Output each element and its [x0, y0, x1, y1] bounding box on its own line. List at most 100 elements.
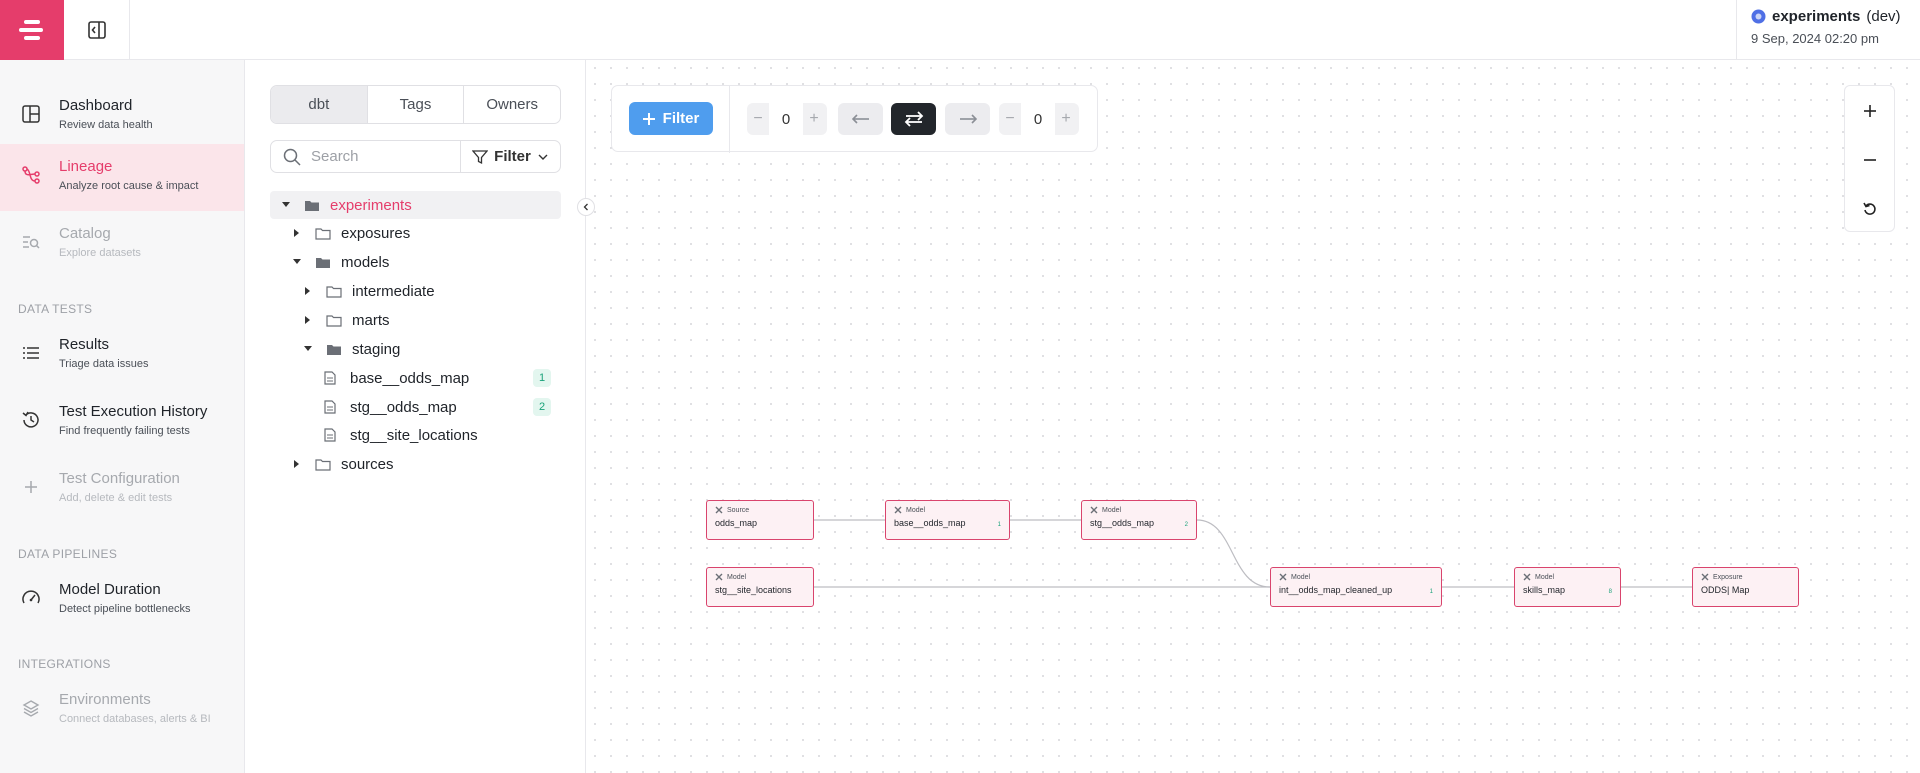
zoom-in-button[interactable]: [1845, 86, 1894, 135]
plus-icon[interactable]: +: [803, 103, 825, 135]
tree-node-models[interactable]: models: [291, 248, 389, 276]
app-logo[interactable]: [0, 0, 64, 60]
list-icon: [20, 342, 42, 364]
lineage-node-int-odds-map-cleaned-up[interactable]: Model int__odds_map_cleaned_up 1: [1270, 567, 1442, 607]
sidebar-item-results[interactable]: Results Triage data issues: [0, 322, 244, 388]
history-icon: [20, 409, 42, 431]
file-icon: [324, 428, 340, 442]
node-type: Source: [727, 506, 750, 514]
node-name: skills_map: [1523, 585, 1566, 595]
node-type-icon: [1279, 573, 1287, 581]
search-input[interactable]: [311, 148, 441, 165]
nav-subtitle: Explore datasets: [59, 247, 141, 259]
tree-node-stg-site-locations[interactable]: stg__site_locations: [324, 421, 478, 449]
tree-node-label: models: [341, 253, 390, 271]
caret-right-icon[interactable]: [302, 316, 314, 324]
tab-dbt[interactable]: dbt: [271, 86, 368, 123]
sidebar-item-environments[interactable]: Environments Connect databases, alerts & …: [0, 677, 244, 743]
tree-node-label: stg__odds_map: [350, 398, 457, 416]
lineage-canvas[interactable]: [587, 60, 1920, 773]
tree-panel: dbt Tags Owners Filter experiments expos…: [245, 60, 586, 773]
upstream-depth-stepper[interactable]: − 0 +: [747, 103, 827, 135]
lineage-node-odds-map[interactable]: Source odds_map: [706, 500, 814, 540]
node-name: int__odds_map_cleaned_up: [1279, 585, 1393, 595]
lineage-node-base-odds-map[interactable]: Model base__odds_map 1: [885, 500, 1010, 540]
folder-icon: [315, 457, 331, 471]
upstream-direction-button[interactable]: [838, 103, 883, 135]
tree-node-marts[interactable]: marts: [302, 306, 390, 334]
sidebar-item-dashboard[interactable]: Dashboard Review data health: [0, 83, 244, 149]
tree-node-base-odds-map[interactable]: base__odds_map 1: [324, 364, 551, 392]
lineage-node-stg-odds-map[interactable]: Model stg__odds_map 2: [1081, 500, 1197, 540]
add-filter-button[interactable]: Filter: [629, 102, 713, 135]
nav-title: Test Configuration: [59, 470, 180, 487]
lineage-node-odds-map-exposure[interactable]: Exposure ODDS| Map: [1692, 567, 1799, 607]
sidebar-item-model-duration[interactable]: Model Duration Detect pipeline bottleneck…: [0, 567, 244, 633]
arrow-right-icon: [959, 114, 977, 124]
caret-right-icon[interactable]: [291, 229, 303, 237]
layers-icon: [20, 697, 42, 719]
both-directions-button[interactable]: [891, 103, 936, 135]
tree-node-sources[interactable]: sources: [291, 450, 394, 478]
tree-node-label: staging: [352, 340, 401, 358]
zoom-out-button[interactable]: [1845, 135, 1894, 184]
arrow-left-icon: [851, 114, 869, 124]
environment-selector[interactable]: experiments (dev) 9 Sep, 2024 02:20 pm: [1736, 0, 1920, 60]
tree-search[interactable]: [270, 140, 461, 173]
node-type-icon: [1701, 573, 1709, 581]
sidebar-item-test-execution-history[interactable]: Test Execution History Find frequently fa…: [0, 389, 244, 455]
plus-icon: [1863, 104, 1876, 117]
tab-owners[interactable]: Owners: [464, 86, 560, 123]
zoom-controls: [1844, 85, 1895, 232]
node-name: ODDS| Map: [1701, 585, 1750, 595]
upstream-depth-value[interactable]: 0: [769, 103, 803, 135]
chevron-left-icon: [583, 203, 588, 211]
downstream-depth-value[interactable]: 0: [1021, 103, 1055, 135]
tree-node-stg-odds-map[interactable]: stg__odds_map 2: [324, 393, 551, 421]
tree-node-staging[interactable]: staging: [302, 335, 400, 363]
section-header-integrations: INTEGRATIONS: [18, 657, 111, 671]
downstream-depth-stepper[interactable]: − 0 +: [999, 103, 1079, 135]
caret-down-icon[interactable]: [302, 346, 314, 352]
filter-label: Filter: [494, 148, 531, 165]
folder-icon: [304, 198, 320, 212]
tree-node-intermediate[interactable]: intermediate: [302, 277, 435, 305]
nav-subtitle: Find frequently failing tests: [59, 425, 190, 437]
node-type: Model: [1535, 573, 1555, 581]
caret-down-icon[interactable]: [280, 202, 292, 208]
nav-title: Results: [59, 336, 110, 353]
sidebar-collapse-button[interactable]: [64, 0, 130, 60]
sidebar-item-catalog[interactable]: Catalog Explore datasets: [0, 211, 244, 277]
lineage-node-stg-site-locations[interactable]: Model stg__site_locations: [706, 567, 814, 607]
nav-title: Environments: [59, 691, 151, 708]
tab-tags[interactable]: Tags: [368, 86, 465, 123]
tree-node-label: stg__site_locations: [350, 426, 478, 444]
sidebar-item-lineage[interactable]: Lineage Analyze root cause & impact: [0, 144, 244, 211]
plus-icon[interactable]: +: [1055, 103, 1077, 135]
environment-icon: [1751, 9, 1766, 24]
tree-filter-dropdown[interactable]: Filter: [460, 140, 561, 173]
minus-icon[interactable]: −: [999, 103, 1021, 135]
tree-node-exposures[interactable]: exposures: [291, 219, 410, 247]
test-count-badge: 2: [533, 398, 551, 416]
node-type: Model: [906, 506, 926, 514]
minus-icon[interactable]: −: [747, 103, 769, 135]
node-test-badge: 8: [1608, 589, 1612, 595]
caret-right-icon[interactable]: [302, 287, 314, 295]
minus-icon: [1863, 158, 1876, 161]
panel-collapse-icon: [87, 21, 106, 39]
tree-panel-toggle[interactable]: [577, 198, 595, 216]
node-type: Model: [1102, 506, 1122, 514]
reset-view-button[interactable]: [1845, 184, 1894, 233]
nav-subtitle: Triage data issues: [59, 358, 149, 370]
lineage-node-skills-map[interactable]: Model skills_map 8: [1514, 567, 1621, 607]
sidebar-item-test-configuration[interactable]: Test Configuration Add, delete & edit tes…: [0, 456, 244, 522]
node-name: stg__site_locations: [715, 585, 792, 595]
plus-icon: [642, 112, 655, 125]
folder-icon: [326, 342, 342, 356]
tree-node-experiments[interactable]: experiments: [270, 191, 561, 219]
tree-node-label: marts: [352, 311, 390, 329]
caret-right-icon[interactable]: [291, 460, 303, 468]
downstream-direction-button[interactable]: [945, 103, 990, 135]
caret-down-icon[interactable]: [291, 259, 303, 265]
